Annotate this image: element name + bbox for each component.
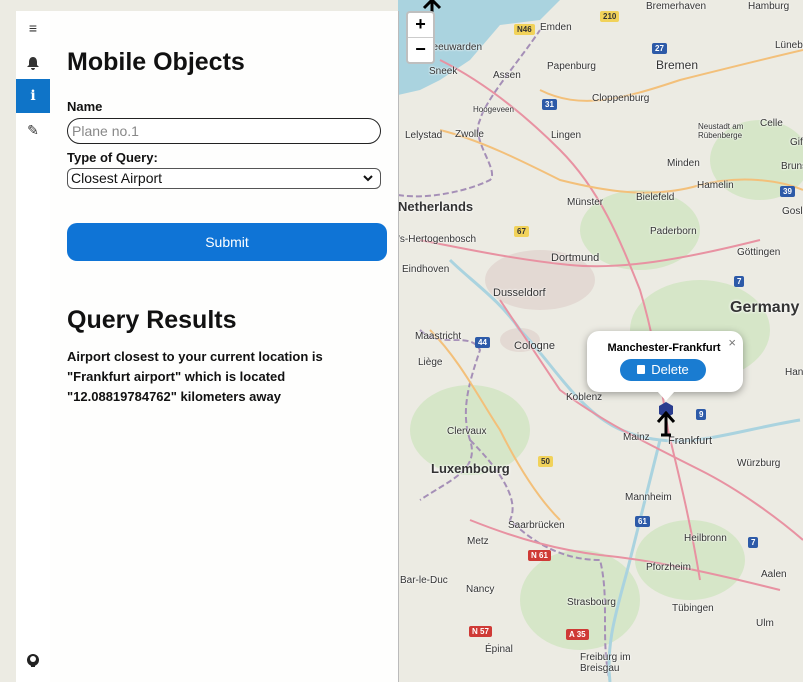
city-label: Minden	[667, 158, 700, 169]
road-shield: 50	[538, 456, 553, 467]
city-label: Leeuwarden	[427, 42, 483, 53]
road-shield: N 61	[528, 550, 551, 561]
city-label: Lelystad	[405, 130, 443, 141]
city-label: Épinal	[485, 644, 513, 655]
city-label: Saarbrücken	[508, 520, 565, 531]
delete-label: Delete	[651, 362, 689, 377]
bell-icon[interactable]	[16, 45, 50, 79]
city-label: Dortmund	[551, 252, 600, 264]
edit-icon[interactable]: ✎	[16, 113, 50, 147]
city-label: Goslar	[782, 206, 803, 217]
city-label: Hamelin	[697, 180, 734, 191]
road-shield: N46	[514, 24, 535, 35]
city-label: Koblenz	[566, 392, 603, 403]
city-label: Liège	[418, 357, 443, 368]
city-label: Freiburg im Breisgau	[580, 652, 631, 674]
road-shield: 31	[542, 99, 557, 110]
city-label: Tübingen	[672, 603, 714, 614]
popup-close-button[interactable]: ×	[728, 335, 736, 350]
name-label: Name	[67, 99, 103, 114]
city-label: Bremerhaven	[646, 1, 707, 12]
city-label: Göttingen	[737, 247, 781, 258]
city-label: 's-Hertogenbosch	[398, 234, 477, 245]
city-label: Brunswick	[781, 161, 803, 172]
sidebar-panel: Mobile Objects Name Plane no.1 Type of Q…	[50, 11, 399, 682]
location-marker-icon[interactable]	[655, 402, 677, 438]
city-label: Pforzheim	[646, 562, 692, 573]
city-label: Heilbronn	[684, 533, 727, 544]
road-shield: A 35	[566, 629, 589, 640]
query-type-value: Closest Airport	[71, 170, 163, 186]
city-label: Sneek	[429, 66, 458, 77]
delete-button[interactable]: Delete	[620, 359, 706, 381]
marker-popup: Manchester-Frankfurt × Delete	[587, 331, 743, 401]
city-label: Hoogeveen	[473, 105, 514, 114]
query-type-label: Type of Query:	[67, 150, 158, 165]
city-label: Hamburg	[748, 1, 790, 12]
city-label: Eindhoven	[402, 264, 450, 275]
road-shield: 39	[780, 186, 795, 197]
country-label: Netherlands	[398, 199, 474, 214]
city-label: Celle	[760, 118, 783, 129]
road-shield: 44	[475, 337, 490, 348]
trash-icon	[637, 365, 646, 374]
road-shield: 27	[652, 43, 667, 54]
city-label: Clervaux	[447, 426, 487, 437]
zoom-control: + −	[406, 11, 435, 64]
city-label: Gifhorn	[790, 137, 803, 148]
city-label: Papenburg	[547, 61, 596, 72]
github-icon[interactable]	[16, 642, 50, 676]
city-label: Lüneburg	[775, 40, 803, 51]
menu-icon[interactable]: ≡	[16, 11, 50, 45]
city-label: Bar-le-Duc	[400, 575, 448, 586]
road-shield: 67	[514, 226, 529, 237]
city-label: Neustadt am Rübenberge	[698, 122, 744, 140]
city-label: Zwolle	[455, 129, 484, 140]
city-label: Bielefeld	[636, 192, 675, 203]
query-type-select[interactable]: Closest Airport	[67, 168, 381, 189]
city-label: Dusseldorf	[493, 287, 546, 299]
city-label: Lingen	[551, 130, 582, 141]
city-label: Cloppenburg	[592, 93, 650, 104]
road-shield: 7	[734, 276, 745, 287]
submit-button[interactable]: Submit	[67, 223, 387, 261]
city-label: Hanau	[785, 367, 803, 378]
city-label: Metz	[467, 536, 489, 547]
city-label: Maastricht	[415, 331, 462, 342]
city-label: Aalen	[761, 569, 787, 580]
results-title: Query Results	[67, 306, 237, 334]
zoom-out-button[interactable]: −	[408, 38, 433, 62]
country-label: Luxembourg	[431, 461, 510, 476]
page-title: Mobile Objects	[67, 48, 245, 76]
road-shield: 210	[600, 11, 620, 22]
city-label: Cologne	[514, 340, 555, 352]
city-label: Emden	[540, 22, 572, 33]
country-label: Germany	[730, 299, 800, 316]
name-input[interactable]: Plane no.1	[67, 118, 381, 144]
city-label: Strasbourg	[567, 597, 616, 608]
zoom-in-button[interactable]: +	[408, 13, 433, 38]
city-label: Mannheim	[625, 492, 672, 503]
road-shield: N 57	[469, 626, 492, 637]
road-shield: 7	[748, 537, 759, 548]
city-label: Nancy	[466, 584, 495, 595]
road-shield: 61	[635, 516, 650, 527]
city-label: Münster	[567, 197, 604, 208]
query-result-text: Airport closest to your current location…	[67, 349, 323, 404]
sidebar-tabs: ≡ i ✎	[16, 11, 50, 682]
city-label: Assen	[493, 70, 521, 81]
road-shield: 9	[696, 409, 707, 420]
city-label: Ulm	[756, 618, 774, 629]
info-icon[interactable]: i	[16, 79, 50, 113]
popup-title: Manchester-Frankfurt	[607, 342, 721, 354]
chevron-down-icon	[363, 169, 373, 195]
city-label: Würzburg	[737, 458, 781, 469]
city-label: Mainz	[623, 432, 650, 443]
city-label: Bremen	[656, 58, 699, 72]
city-label: Paderborn	[650, 226, 697, 237]
